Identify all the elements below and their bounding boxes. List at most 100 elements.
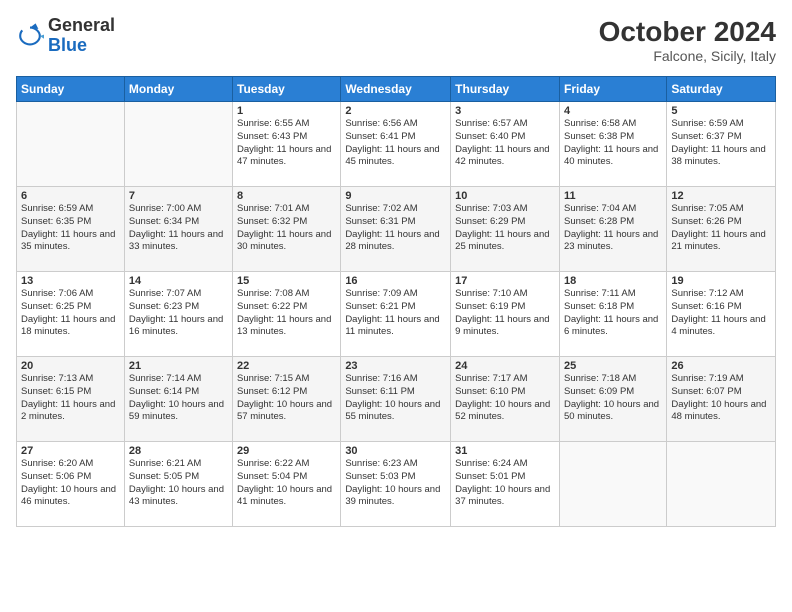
day-info: Sunrise: 6:24 AM Sunset: 5:01 PM Dayligh… (455, 458, 555, 509)
table-row: 2Sunrise: 6:56 AM Sunset: 6:41 PM Daylig… (341, 102, 451, 187)
month-year: October 2024 (599, 16, 776, 48)
col-wednesday: Wednesday (341, 77, 451, 102)
table-row: 10Sunrise: 7:03 AM Sunset: 6:29 PM Dayli… (451, 187, 560, 272)
day-info: Sunrise: 7:02 AM Sunset: 6:31 PM Dayligh… (345, 203, 446, 254)
day-info: Sunrise: 7:16 AM Sunset: 6:11 PM Dayligh… (345, 373, 446, 424)
table-row: 19Sunrise: 7:12 AM Sunset: 6:16 PM Dayli… (667, 272, 776, 357)
table-row: 13Sunrise: 7:06 AM Sunset: 6:25 PM Dayli… (17, 272, 125, 357)
day-info: Sunrise: 7:01 AM Sunset: 6:32 PM Dayligh… (237, 203, 336, 254)
logo: General Blue (16, 16, 115, 56)
day-number: 23 (345, 360, 446, 372)
table-row: 9Sunrise: 7:02 AM Sunset: 6:31 PM Daylig… (341, 187, 451, 272)
table-row: 21Sunrise: 7:14 AM Sunset: 6:14 PM Dayli… (124, 357, 232, 442)
table-row: 26Sunrise: 7:19 AM Sunset: 6:07 PM Dayli… (667, 357, 776, 442)
col-monday: Monday (124, 77, 232, 102)
table-row: 27Sunrise: 6:20 AM Sunset: 5:06 PM Dayli… (17, 442, 125, 527)
table-row (124, 102, 232, 187)
day-info: Sunrise: 7:12 AM Sunset: 6:16 PM Dayligh… (671, 288, 771, 339)
logo-icon (16, 22, 44, 50)
table-row: 6Sunrise: 6:59 AM Sunset: 6:35 PM Daylig… (17, 187, 125, 272)
day-info: Sunrise: 7:09 AM Sunset: 6:21 PM Dayligh… (345, 288, 446, 339)
day-info: Sunrise: 7:08 AM Sunset: 6:22 PM Dayligh… (237, 288, 336, 339)
table-row: 12Sunrise: 7:05 AM Sunset: 6:26 PM Dayli… (667, 187, 776, 272)
day-info: Sunrise: 6:55 AM Sunset: 6:43 PM Dayligh… (237, 118, 336, 169)
day-info: Sunrise: 7:17 AM Sunset: 6:10 PM Dayligh… (455, 373, 555, 424)
day-number: 25 (564, 360, 662, 372)
table-row: 20Sunrise: 7:13 AM Sunset: 6:15 PM Dayli… (17, 357, 125, 442)
day-info: Sunrise: 7:03 AM Sunset: 6:29 PM Dayligh… (455, 203, 555, 254)
day-number: 21 (129, 360, 228, 372)
table-row: 30Sunrise: 6:23 AM Sunset: 5:03 PM Dayli… (341, 442, 451, 527)
day-number: 1 (237, 105, 336, 117)
table-row (559, 442, 666, 527)
table-row: 17Sunrise: 7:10 AM Sunset: 6:19 PM Dayli… (451, 272, 560, 357)
calendar-week-4: 20Sunrise: 7:13 AM Sunset: 6:15 PM Dayli… (17, 357, 776, 442)
day-info: Sunrise: 7:07 AM Sunset: 6:23 PM Dayligh… (129, 288, 228, 339)
table-row: 4Sunrise: 6:58 AM Sunset: 6:38 PM Daylig… (559, 102, 666, 187)
calendar-header-row: Sunday Monday Tuesday Wednesday Thursday… (17, 77, 776, 102)
day-info: Sunrise: 6:22 AM Sunset: 5:04 PM Dayligh… (237, 458, 336, 509)
day-info: Sunrise: 7:00 AM Sunset: 6:34 PM Dayligh… (129, 203, 228, 254)
table-row: 11Sunrise: 7:04 AM Sunset: 6:28 PM Dayli… (559, 187, 666, 272)
day-number: 30 (345, 445, 446, 457)
day-info: Sunrise: 7:05 AM Sunset: 6:26 PM Dayligh… (671, 203, 771, 254)
day-number: 14 (129, 275, 228, 287)
table-row: 15Sunrise: 7:08 AM Sunset: 6:22 PM Dayli… (233, 272, 341, 357)
col-sunday: Sunday (17, 77, 125, 102)
table-row: 22Sunrise: 7:15 AM Sunset: 6:12 PM Dayli… (233, 357, 341, 442)
day-number: 5 (671, 105, 771, 117)
day-number: 7 (129, 190, 228, 202)
day-number: 10 (455, 190, 555, 202)
logo-text: General Blue (48, 16, 115, 56)
day-info: Sunrise: 7:11 AM Sunset: 6:18 PM Dayligh… (564, 288, 662, 339)
table-row: 18Sunrise: 7:11 AM Sunset: 6:18 PM Dayli… (559, 272, 666, 357)
day-number: 11 (564, 190, 662, 202)
day-info: Sunrise: 6:57 AM Sunset: 6:40 PM Dayligh… (455, 118, 555, 169)
day-info: Sunrise: 7:13 AM Sunset: 6:15 PM Dayligh… (21, 373, 120, 424)
table-row: 23Sunrise: 7:16 AM Sunset: 6:11 PM Dayli… (341, 357, 451, 442)
col-friday: Friday (559, 77, 666, 102)
col-saturday: Saturday (667, 77, 776, 102)
day-number: 27 (21, 445, 120, 457)
calendar-week-5: 27Sunrise: 6:20 AM Sunset: 5:06 PM Dayli… (17, 442, 776, 527)
day-info: Sunrise: 6:56 AM Sunset: 6:41 PM Dayligh… (345, 118, 446, 169)
day-number: 29 (237, 445, 336, 457)
table-row: 7Sunrise: 7:00 AM Sunset: 6:34 PM Daylig… (124, 187, 232, 272)
logo-blue: Blue (48, 35, 87, 55)
table-row: 25Sunrise: 7:18 AM Sunset: 6:09 PM Dayli… (559, 357, 666, 442)
day-info: Sunrise: 7:14 AM Sunset: 6:14 PM Dayligh… (129, 373, 228, 424)
day-info: Sunrise: 6:23 AM Sunset: 5:03 PM Dayligh… (345, 458, 446, 509)
table-row: 16Sunrise: 7:09 AM Sunset: 6:21 PM Dayli… (341, 272, 451, 357)
calendar-week-3: 13Sunrise: 7:06 AM Sunset: 6:25 PM Dayli… (17, 272, 776, 357)
day-number: 16 (345, 275, 446, 287)
location: Falcone, Sicily, Italy (599, 48, 776, 64)
day-info: Sunrise: 7:04 AM Sunset: 6:28 PM Dayligh… (564, 203, 662, 254)
day-number: 6 (21, 190, 120, 202)
day-number: 31 (455, 445, 555, 457)
day-info: Sunrise: 6:20 AM Sunset: 5:06 PM Dayligh… (21, 458, 120, 509)
day-number: 18 (564, 275, 662, 287)
day-info: Sunrise: 6:59 AM Sunset: 6:37 PM Dayligh… (671, 118, 771, 169)
col-tuesday: Tuesday (233, 77, 341, 102)
day-info: Sunrise: 7:10 AM Sunset: 6:19 PM Dayligh… (455, 288, 555, 339)
table-row: 8Sunrise: 7:01 AM Sunset: 6:32 PM Daylig… (233, 187, 341, 272)
day-number: 17 (455, 275, 555, 287)
day-number: 13 (21, 275, 120, 287)
calendar: Sunday Monday Tuesday Wednesday Thursday… (16, 76, 776, 527)
day-number: 20 (21, 360, 120, 372)
day-info: Sunrise: 6:21 AM Sunset: 5:05 PM Dayligh… (129, 458, 228, 509)
day-number: 19 (671, 275, 771, 287)
day-info: Sunrise: 7:06 AM Sunset: 6:25 PM Dayligh… (21, 288, 120, 339)
day-number: 28 (129, 445, 228, 457)
calendar-week-1: 1Sunrise: 6:55 AM Sunset: 6:43 PM Daylig… (17, 102, 776, 187)
day-number: 3 (455, 105, 555, 117)
day-number: 12 (671, 190, 771, 202)
day-number: 22 (237, 360, 336, 372)
day-number: 9 (345, 190, 446, 202)
day-info: Sunrise: 6:58 AM Sunset: 6:38 PM Dayligh… (564, 118, 662, 169)
day-info: Sunrise: 6:59 AM Sunset: 6:35 PM Dayligh… (21, 203, 120, 254)
table-row (667, 442, 776, 527)
table-row: 29Sunrise: 6:22 AM Sunset: 5:04 PM Dayli… (233, 442, 341, 527)
col-thursday: Thursday (451, 77, 560, 102)
day-info: Sunrise: 7:18 AM Sunset: 6:09 PM Dayligh… (564, 373, 662, 424)
